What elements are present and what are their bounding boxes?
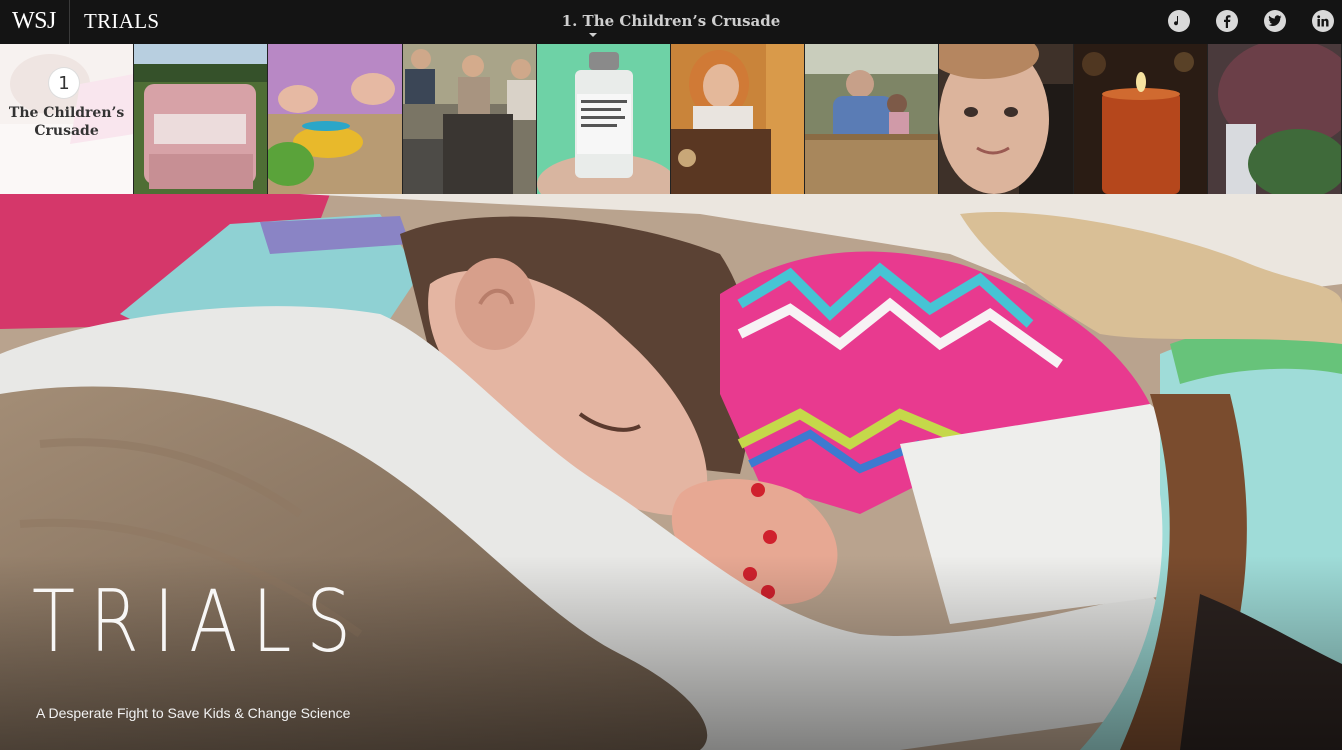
linkedin-icon[interactable] [1312,10,1334,32]
top-navigation-bar: WSJ TRIALS 1. The Children’s Crusade [0,0,1342,44]
chapter-thumb-7[interactable] [805,44,940,194]
chapter-thumb-3[interactable] [268,44,403,194]
chapter-thumb-8[interactable] [939,44,1074,194]
chapter-number-badge: 1 [49,68,79,98]
chapter-thumb-2[interactable] [134,44,269,194]
hero-subtitle: A Desperate Fight to Save Kids & Change … [36,705,351,721]
facebook-icon[interactable] [1216,10,1238,32]
chevron-down-icon[interactable] [589,33,597,37]
hero-title: TRIALS [32,572,366,672]
twitter-icon[interactable] [1264,10,1286,32]
chapter-selector[interactable]: 1. The Children’s Crusade [0,12,1342,30]
chapter-thumb-9[interactable] [1073,44,1208,194]
chapter-thumb-4[interactable] [402,44,537,194]
music-note-icon[interactable] [1168,10,1190,32]
chapter-thumb-10[interactable] [1207,44,1342,194]
chapter-filmstrip: 1 The Children’s Crusade [0,44,1342,194]
chapter-thumb-label: The Children’s Crusade [8,105,125,139]
chapter-thumb-5[interactable] [536,44,671,194]
social-icons [1168,10,1334,32]
chapter-thumb-6[interactable] [670,44,806,194]
chapter-thumb-1[interactable]: 1 The Children’s Crusade [0,44,135,194]
hero-banner: TRIALS A Desperate Fight to Save Kids & … [0,194,1342,750]
